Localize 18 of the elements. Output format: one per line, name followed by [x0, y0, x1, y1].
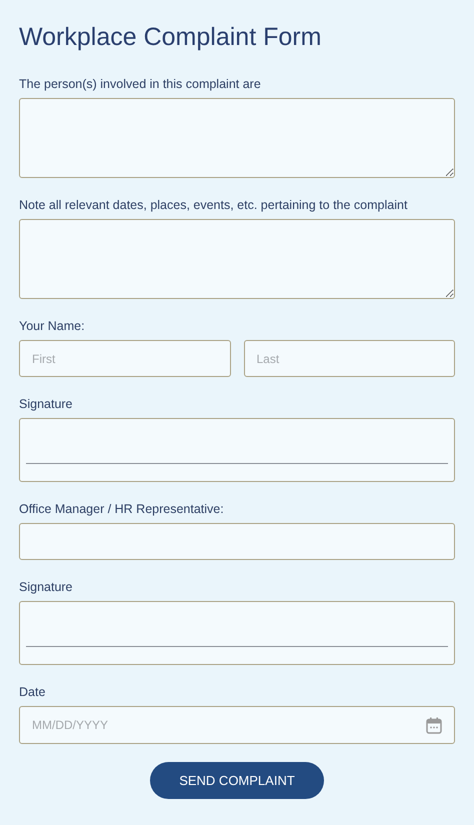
field-label: The person(s) involved in this complaint are [19, 76, 262, 92]
field-label: Note all relevant dates, places, events, etc. pertaining to the complaint [19, 197, 408, 213]
field-label: Signature [19, 579, 74, 595]
calendar-icon[interactable] [426, 717, 442, 734]
send-button[interactable]: SEND COMPLAINT [150, 762, 324, 799]
field-label: Signature [19, 396, 74, 412]
name-field[interactable]: First [19, 340, 230, 377]
signature-pad[interactable] [19, 418, 455, 482]
field-label: Your Name: [19, 318, 86, 334]
field-label: Office Manager / HR Representative: [19, 501, 225, 517]
signature-pad[interactable] [19, 601, 455, 665]
form-title: Workplace Complaint Form [19, 22, 322, 53]
field-label: Date [19, 684, 46, 700]
text-area[interactable] [19, 98, 455, 178]
input-field[interactable] [19, 523, 455, 560]
text-area[interactable] [19, 219, 455, 299]
name-field[interactable]: Last [244, 340, 455, 377]
date-field[interactable]: MM/DD/YYYY [19, 706, 455, 744]
